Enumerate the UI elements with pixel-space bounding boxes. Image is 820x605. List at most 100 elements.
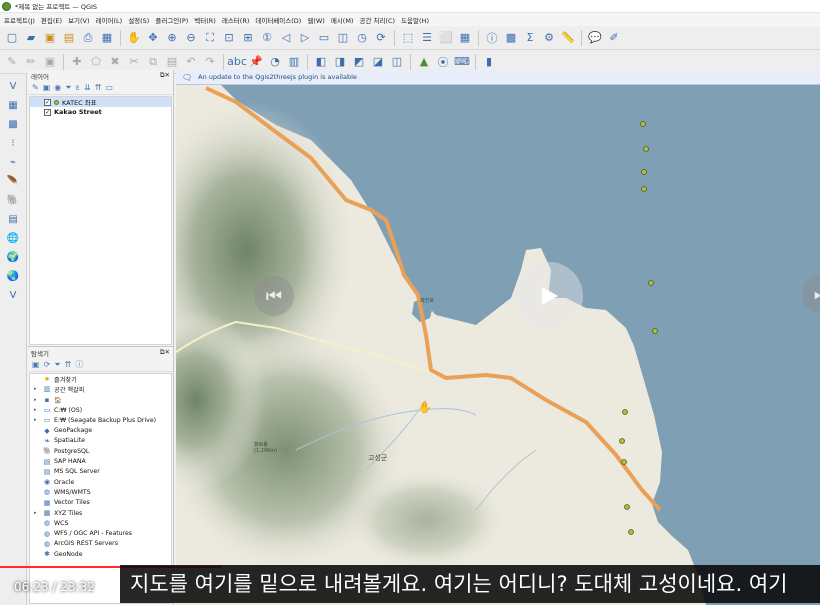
remove-layer-icon[interactable]: ▭ (105, 83, 113, 92)
browser-item[interactable]: ◍ WCS (30, 518, 171, 528)
add-delimited-text-icon[interactable]: ⁝ (5, 135, 21, 151)
eye-icon[interactable]: ◉ (54, 83, 61, 92)
browser-item[interactable]: ★ 즐겨찾기 (30, 374, 171, 384)
current-edits-icon[interactable]: ✎ (4, 54, 20, 70)
menu-edit[interactable]: 편집(E) (41, 15, 62, 25)
pan-icon[interactable]: ✋ (126, 30, 142, 46)
layout-manager-icon[interactable]: ▦ (99, 30, 115, 46)
add-postgis-icon[interactable]: 🐘 (5, 192, 21, 208)
properties-icon[interactable]: ⓘ (75, 359, 83, 370)
paste-features-icon[interactable]: ▤ (164, 54, 180, 70)
label-pin-icon[interactable]: 📌 (248, 54, 264, 70)
expand-arrow-icon[interactable]: ▸ (34, 510, 40, 516)
layer-styling-icon[interactable]: ▥ (286, 54, 302, 70)
collapse-all-icon[interactable]: ⇈ (95, 83, 102, 92)
panel-close-icon[interactable]: ⧉✕ (160, 71, 170, 80)
filter-icon[interactable]: ⏷ (54, 360, 60, 370)
toggle-editing-icon[interactable]: ✏ (23, 54, 39, 70)
filter-expression-icon[interactable]: ε (76, 83, 80, 92)
annotation-icon[interactable]: ✐ (606, 30, 622, 46)
expand-arrow-icon[interactable]: ▸ (34, 397, 40, 403)
play-button[interactable] (515, 262, 583, 330)
browser-item[interactable]: ◍ WMS/WMTS (30, 487, 171, 497)
save-as-icon[interactable]: ▤ (61, 30, 77, 46)
expand-arrow-icon[interactable]: ▸ (34, 386, 40, 392)
zoom-native-icon[interactable]: ① (259, 30, 275, 46)
menu-vector[interactable]: 벡터(R) (194, 15, 216, 25)
browser-item[interactable]: ▸ ▭ C:₩ (OS) (30, 405, 171, 415)
menu-plugins[interactable]: 플러그인(P) (155, 15, 188, 25)
menu-raster[interactable]: 래스터(R) (222, 15, 250, 25)
field-calculator-icon[interactable]: ▩ (503, 30, 519, 46)
delete-selected-icon[interactable]: ✖ (107, 54, 123, 70)
layer-visibility-checkbox[interactable]: ✓ (44, 98, 51, 106)
zoom-in-icon[interactable]: ⊕ (164, 30, 180, 46)
browser-item[interactable]: ▤ MS SQL Server (30, 467, 171, 477)
measure-icon[interactable]: 📏 (560, 30, 576, 46)
menu-web[interactable]: 웹(W) (307, 15, 324, 25)
menu-project[interactable]: 프로젝트(J) (4, 15, 35, 25)
browser-item[interactable]: ❧ SpatiaLite (30, 436, 171, 446)
plugin-b-icon[interactable]: ◨ (332, 54, 348, 70)
collapse-all-icon[interactable]: ⇈ (65, 360, 72, 369)
add-mesh-layer-icon[interactable]: ▩ (5, 116, 21, 132)
add-wcs-icon[interactable]: 🌏 (5, 268, 21, 284)
browser-item[interactable]: ▸ ▭ E:₩ (Seagate Backup Plus Drive) (30, 415, 171, 425)
select-features-icon[interactable]: ⬚ (400, 30, 416, 46)
browser-item[interactable]: ◆ GeoPackage (30, 425, 171, 435)
menu-database[interactable]: 데이터베이스(D) (255, 15, 301, 25)
filter-icon[interactable]: ⏷ (65, 83, 71, 93)
new-map-view-icon[interactable]: ▭ (316, 30, 332, 46)
new-3d-map-icon[interactable]: ◫ (335, 30, 351, 46)
menu-mesh[interactable]: 메시(M) (331, 15, 354, 25)
browser-item[interactable]: ▸ ▥ 공간 책갈피 (30, 384, 171, 394)
expand-arrow-icon[interactable]: ▸ (34, 407, 40, 413)
add-selected-layers-icon[interactable]: ▣ (32, 360, 40, 369)
redo-icon[interactable]: ↷ (202, 54, 218, 70)
add-group-icon[interactable]: ▣ (43, 83, 51, 92)
browser-item[interactable]: ✱ GeoNode (30, 549, 171, 559)
zoom-next-icon[interactable]: ▷ (297, 30, 313, 46)
browser-item[interactable]: ▦ Vector Tiles (30, 498, 171, 508)
browser-item[interactable]: ▤ SAP HANA (30, 456, 171, 466)
new-project-icon[interactable]: ▢ (4, 30, 20, 46)
deselect-icon[interactable]: ⬜ (438, 30, 454, 46)
zoom-to-layer-icon[interactable]: ⊞ (240, 30, 256, 46)
zoom-full-icon[interactable]: ⛶ (202, 30, 218, 46)
layer-item-katec[interactable]: ✓ KATEC 좌표 (30, 97, 171, 107)
menu-settings[interactable]: 설정(S) (128, 15, 149, 25)
save-edits-icon[interactable]: ▣ (42, 54, 58, 70)
add-feature-icon[interactable]: ✚ (69, 54, 85, 70)
map-tips-icon[interactable]: 💬 (587, 30, 603, 46)
zoom-out-icon[interactable]: ⊖ (183, 30, 199, 46)
expand-all-icon[interactable]: ⇊ (84, 83, 91, 92)
atlas-icon[interactable]: ▮ (481, 54, 497, 70)
plugin-c-icon[interactable]: ◩ (351, 54, 367, 70)
zoom-to-selection-icon[interactable]: ⊡ (221, 30, 237, 46)
panel-close-icon[interactable]: ⧉✕ (160, 348, 170, 357)
browser-item[interactable]: ◉ Oracle (30, 477, 171, 487)
save-icon[interactable]: ▣ (42, 30, 58, 46)
previous-button[interactable]: ⏮ (254, 276, 294, 316)
menu-view[interactable]: 보기(V) (68, 15, 89, 25)
browser-item[interactable]: ▸ ▪ 🏠 (30, 395, 171, 405)
expand-arrow-icon[interactable]: ▸ (34, 417, 40, 423)
toolbox-icon[interactable]: ⚙ (541, 30, 557, 46)
georeferencer-icon[interactable]: ▲ (416, 54, 432, 70)
browser-item[interactable]: ◍ WFS / OGC API - Features (30, 528, 171, 538)
browser-item[interactable]: ◍ ArcGIS REST Servers (30, 539, 171, 549)
python-console-icon[interactable]: ⌨ (454, 54, 470, 70)
diagram-icon[interactable]: ◔ (267, 54, 283, 70)
layer-style-icon[interactable]: ✎ (32, 83, 39, 92)
open-attribute-table-icon[interactable]: ▦ (457, 30, 473, 46)
browser-item[interactable]: 🐘 PostgreSQL (30, 446, 171, 456)
menu-help[interactable]: 도움말(H) (401, 15, 429, 25)
zoom-last-icon[interactable]: ◁ (278, 30, 294, 46)
print-layout-icon[interactable]: ⎙ (80, 30, 96, 46)
pan-to-selection-icon[interactable]: ✥ (145, 30, 161, 46)
add-gps-layer-icon[interactable]: ⌁ (5, 154, 21, 170)
plugin-e-icon[interactable]: ◫ (389, 54, 405, 70)
statistics-icon[interactable]: Σ (522, 30, 538, 46)
refresh-icon[interactable]: ⟳ (44, 360, 51, 369)
browser-item[interactable]: ▸ ▦ XYZ Tiles (30, 508, 171, 518)
